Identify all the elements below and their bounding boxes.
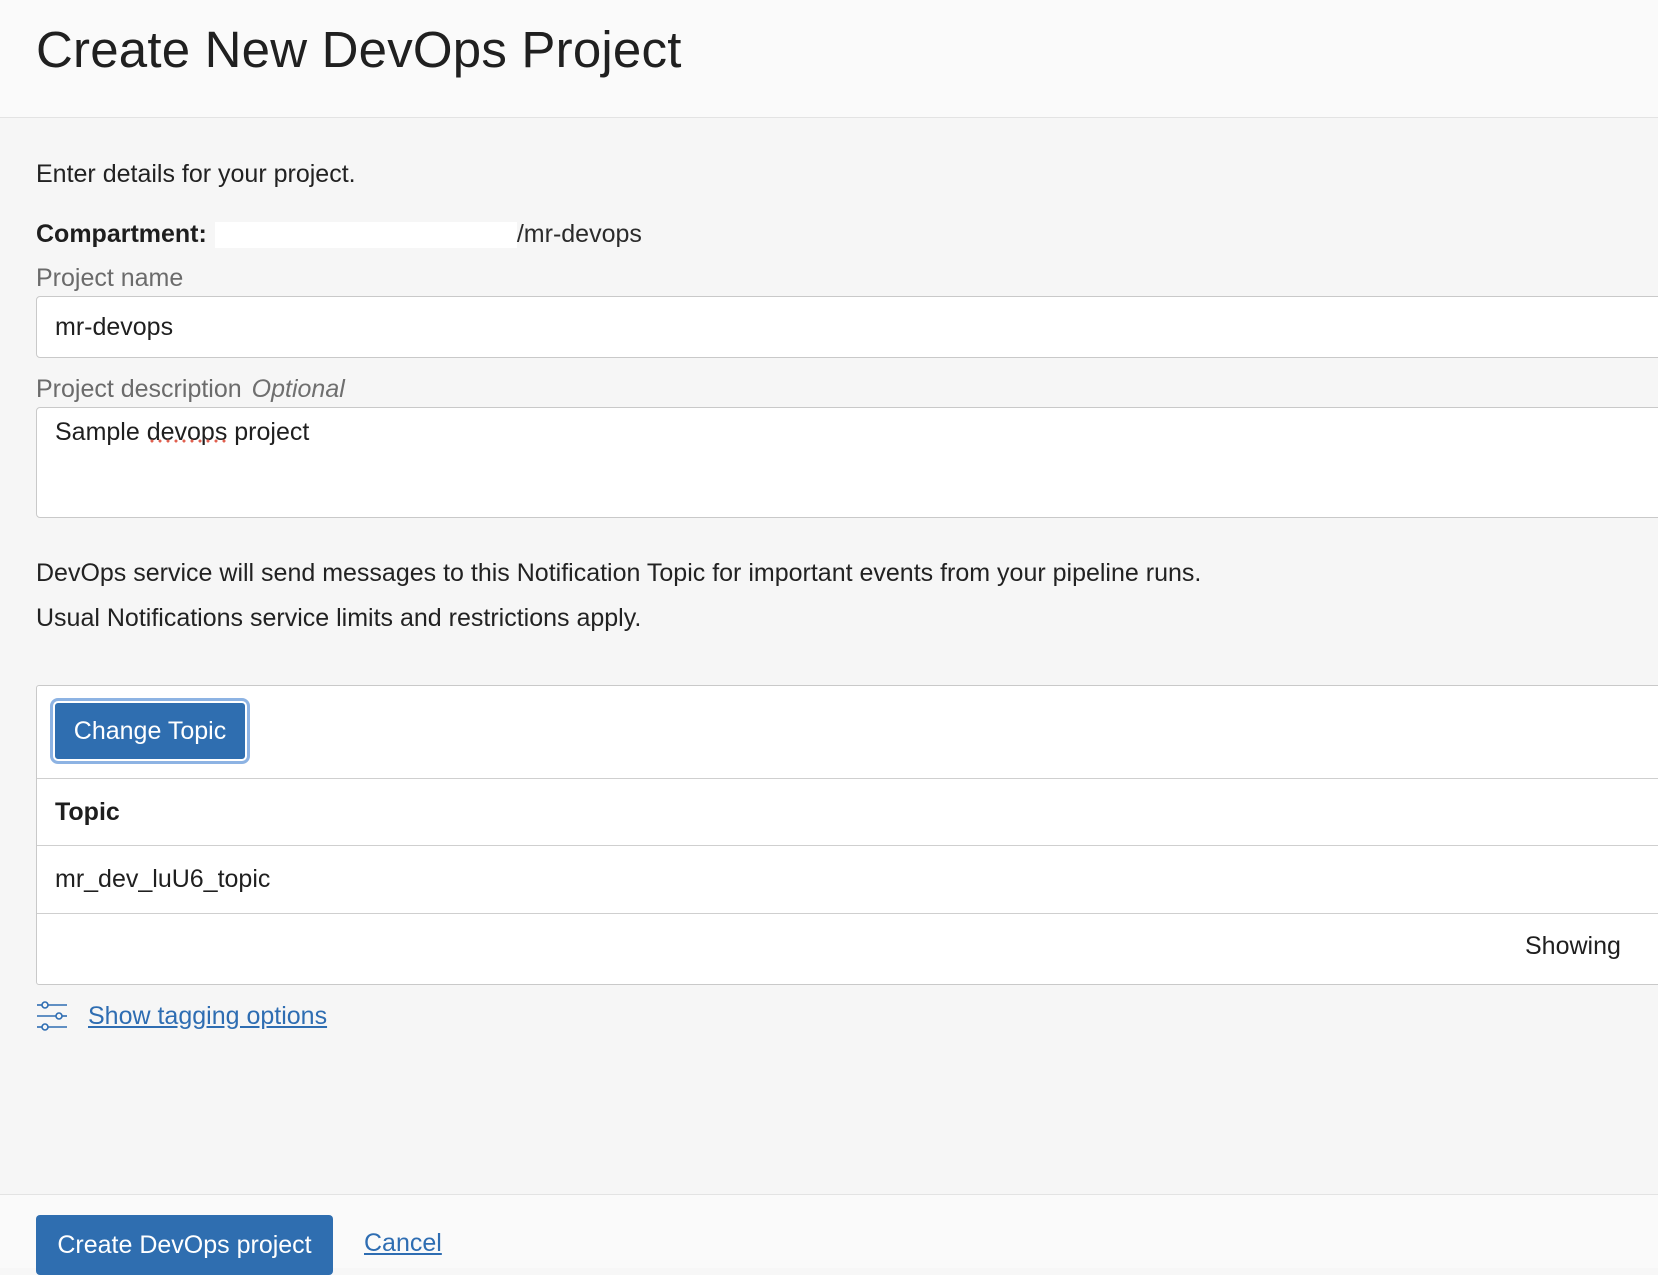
- change-topic-button[interactable]: Change Topic: [53, 701, 247, 761]
- tagging-options[interactable]: Show tagging options: [36, 1000, 327, 1032]
- spellcheck-underline: [148, 438, 228, 444]
- form-panel: Enter details for your project. Compartm…: [0, 118, 1658, 1194]
- show-tagging-options-link[interactable]: Show tagging options: [88, 1002, 327, 1031]
- compartment-info: Compartment: /mr-devops: [36, 220, 642, 249]
- notification-topic-panel: Change Topic Topic mr_dev_luU6_topic Sho…: [36, 685, 1658, 985]
- table-row: mr_dev_luU6_topic: [37, 846, 1658, 914]
- page-footer: Create DevOps project Cancel: [0, 1194, 1658, 1275]
- cancel-link[interactable]: Cancel: [364, 1229, 442, 1258]
- topic-column-header: Topic: [55, 798, 120, 826]
- project-description-label: Project description Optional: [36, 375, 345, 404]
- project-name-input[interactable]: [36, 296, 1658, 358]
- project-name-label: Project name: [36, 264, 183, 293]
- compartment-path: /mr-devops: [516, 220, 642, 248]
- optional-label: Optional: [251, 375, 345, 403]
- notification-info-text: DevOps service will send messages to thi…: [36, 559, 1202, 587]
- notification-limits-text: Usual Notifications service limits and r…: [36, 604, 642, 632]
- project-description-label-text: Project description: [36, 375, 242, 403]
- create-devops-project-button[interactable]: Create DevOps project: [36, 1215, 333, 1275]
- form-intro: Enter details for your project.: [36, 160, 356, 188]
- topic-name: mr_dev_luU6_topic: [55, 865, 271, 893]
- sliders-icon[interactable]: [36, 1000, 68, 1032]
- project-name-label-text: Project name: [36, 264, 184, 292]
- compartment-label: Compartment:: [36, 220, 207, 248]
- page-title: Create New DevOps Project: [36, 21, 682, 78]
- pagination-text: Showing: [1525, 932, 1621, 960]
- project-description-input[interactable]: Sample devops project: [36, 407, 1658, 518]
- topic-table-header: Topic: [37, 778, 1658, 846]
- page-header: Create New DevOps Project: [0, 0, 1658, 118]
- redacted-compartment-name: [214, 221, 517, 248]
